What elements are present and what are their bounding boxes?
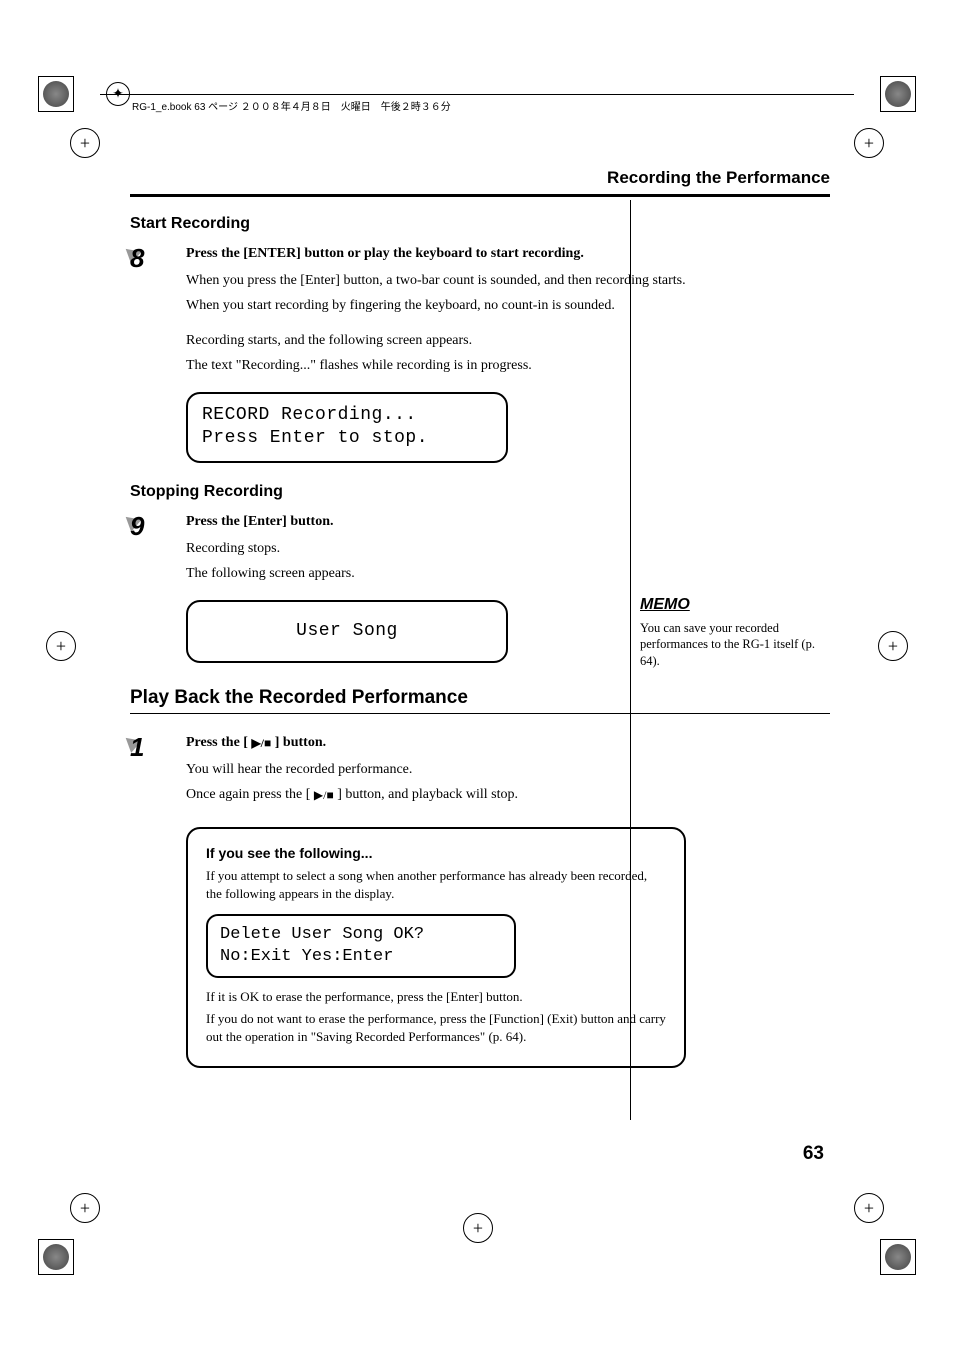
warning-box: If you see the following... If you attem…	[186, 827, 686, 1068]
step1-lead: Press the [ ▶/■ ] button.	[186, 732, 830, 753]
stopping-recording-heading: Stopping Recording	[130, 483, 830, 501]
warning-box-text: If it is OK to erase the performance, pr…	[206, 988, 666, 1006]
play-stop-icon: ▶/■	[251, 734, 271, 752]
registration-mark-icon	[880, 1239, 916, 1275]
step-number: 8	[130, 243, 170, 380]
play-stop-icon: ▶/■	[314, 786, 334, 804]
column-divider	[630, 200, 631, 1120]
step8-text: The text "Recording..." flashes while re…	[186, 355, 830, 376]
step9-lead: Press the [Enter] button.	[186, 511, 830, 532]
step-number: 9	[130, 511, 170, 588]
registration-mark-icon	[38, 76, 74, 112]
lcd-display: Delete User Song OK? No:Exit Yes:Enter	[206, 914, 516, 978]
memo-label: MEMO	[640, 594, 690, 616]
playback-heading: Play Back the Recorded Performance	[130, 687, 830, 709]
crop-mark-icon	[70, 128, 100, 158]
lcd-line: User Song	[202, 612, 492, 651]
crop-mark-icon	[854, 1193, 884, 1223]
start-recording-heading: Start Recording	[130, 215, 830, 233]
lcd-line: RECORD Recording...	[202, 404, 492, 427]
lcd-line: No:Exit Yes:Enter	[220, 946, 502, 968]
crop-mark-icon	[70, 1193, 100, 1223]
step8-text: When you start recording by fingering th…	[186, 295, 830, 316]
registration-mark-icon	[38, 1239, 74, 1275]
page-section-title: Recording the Performance	[130, 168, 830, 188]
step8-text: When you press the [Enter] button, a two…	[186, 270, 830, 291]
header-mark-icon: ✦	[106, 82, 130, 106]
memo-sidebar: MEMO You can save your recorded performa…	[640, 594, 816, 670]
crop-mark-icon	[463, 1213, 493, 1243]
step1-text: Once again press the [ ▶/■ ] button, and…	[186, 784, 830, 805]
step-number-text: 9	[130, 511, 144, 541]
step9-text: The following screen appears.	[186, 563, 830, 584]
step8-lead: Press the [ENTER] button or play the key…	[186, 243, 830, 264]
step-number-text: 1	[130, 732, 144, 762]
step-number-text: 8	[130, 243, 144, 273]
memo-text: You can save your recorded performances …	[640, 620, 816, 671]
step1-text: You will hear the recorded performance.	[186, 759, 830, 780]
registration-mark-icon	[880, 76, 916, 112]
step-number: 1	[130, 732, 170, 809]
step8-text: Recording starts, and the following scre…	[186, 330, 830, 351]
warning-box-title: If you see the following...	[206, 845, 666, 861]
lcd-display: RECORD Recording... Press Enter to stop.	[186, 392, 508, 463]
crop-mark-icon	[854, 128, 884, 158]
heading-rule	[130, 713, 830, 714]
crop-mark-icon	[878, 631, 908, 661]
header-rule	[100, 94, 854, 95]
lcd-line: Press Enter to stop.	[202, 427, 492, 450]
page-number: 63	[803, 1143, 824, 1165]
lcd-line: Delete User Song OK?	[220, 924, 502, 946]
step9-text: Recording stops.	[186, 538, 830, 559]
section-rule	[130, 194, 830, 197]
header-file-info: RG-1_e.book 63 ページ ２００８年４月８日 火曜日 午後２時３６分	[132, 98, 451, 113]
warning-box-text: If you attempt to select a song when ano…	[206, 867, 666, 903]
crop-mark-icon	[46, 631, 76, 661]
warning-box-text: If you do not want to erase the performa…	[206, 1010, 666, 1046]
lcd-display: User Song	[186, 600, 508, 663]
